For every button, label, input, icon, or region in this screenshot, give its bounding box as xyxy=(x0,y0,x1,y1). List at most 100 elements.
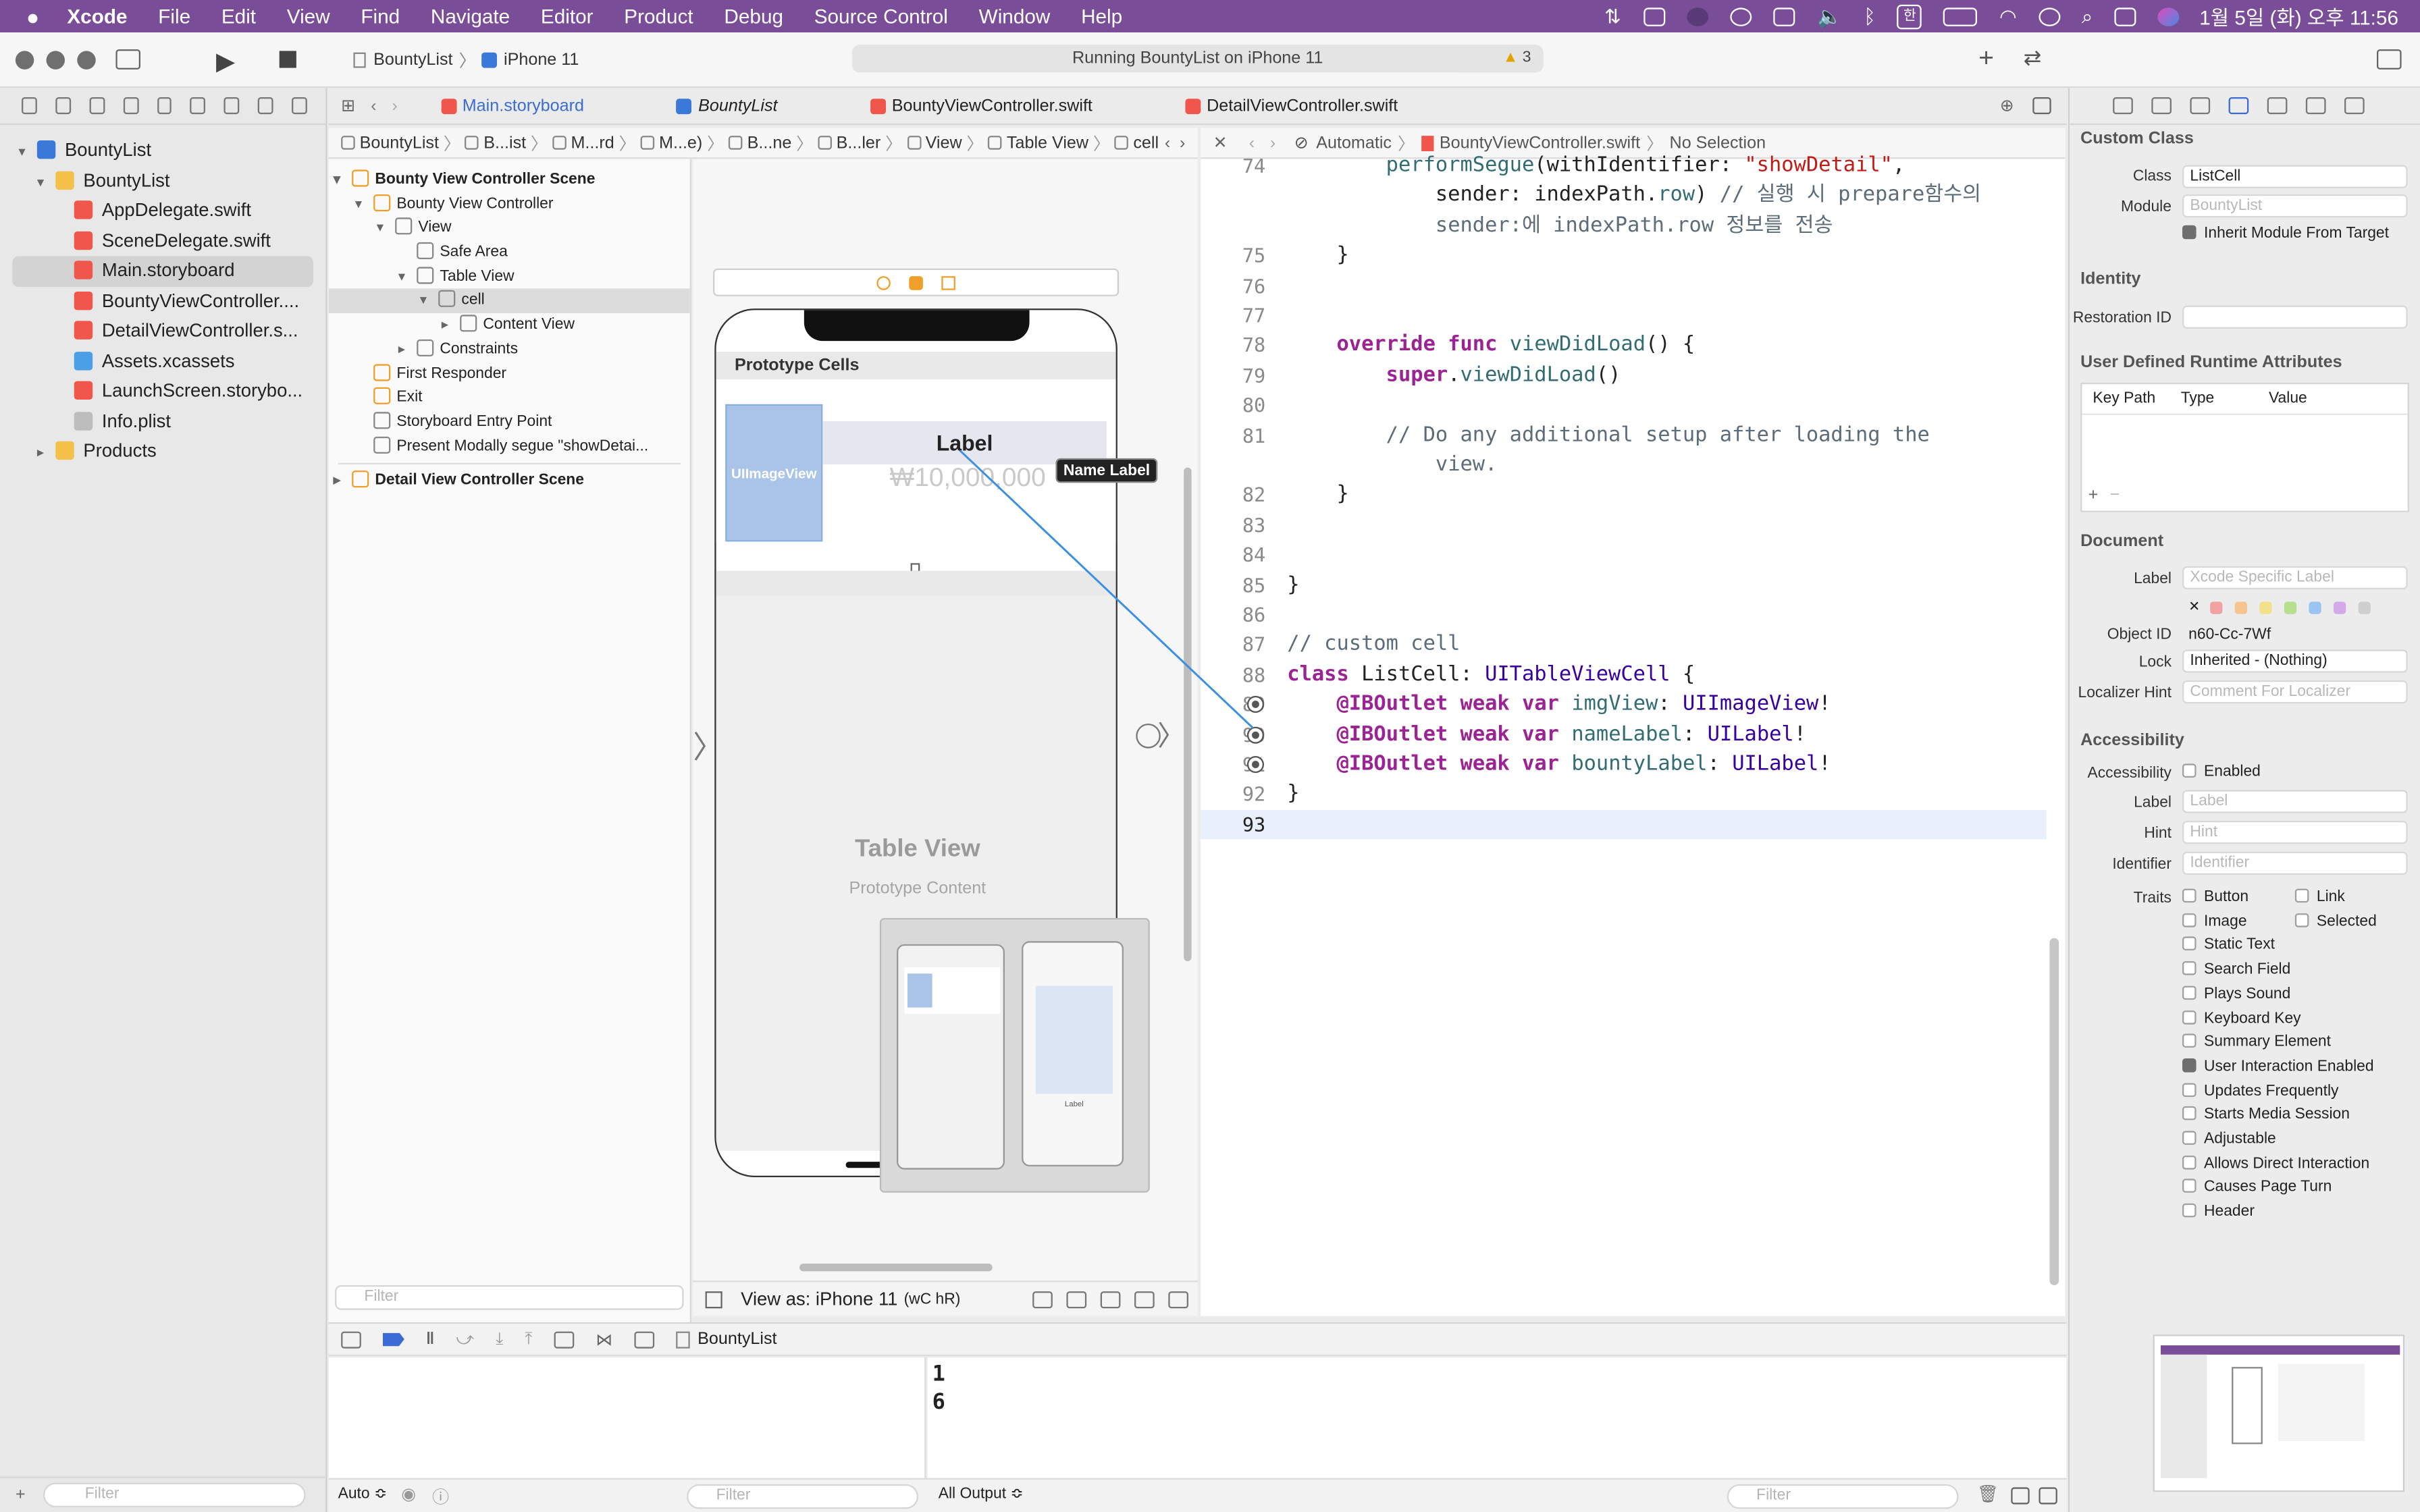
navigator-item[interactable]: DetailViewController.s... xyxy=(12,317,313,347)
label-color-swatch[interactable] xyxy=(2259,601,2271,614)
close-editor-icon[interactable]: ✕ xyxy=(1213,133,1228,153)
navigator-item[interactable]: Assets.xcassets xyxy=(12,346,313,377)
updown-icon[interactable]: ⇅ xyxy=(1604,4,1621,29)
jump-item[interactable]: M...e) xyxy=(659,134,702,152)
outline-item[interactable]: First Responder xyxy=(329,362,690,386)
menu-app-name[interactable]: Xcode xyxy=(67,5,127,28)
code-line[interactable]: 84 xyxy=(1201,540,2047,570)
outline-item[interactable]: Storyboard Entry Point xyxy=(329,410,690,435)
trait-checkbox[interactable]: Image xyxy=(2182,913,2247,930)
siri-icon[interactable] xyxy=(2157,7,2180,26)
code-editor[interactable]: 74 performSegue(withIdentifier: "showDet… xyxy=(1201,155,2066,1316)
jump-item[interactable]: BountyList xyxy=(360,134,439,152)
outline-item[interactable]: ▸ Content View xyxy=(329,313,690,338)
menu-editor[interactable]: Editor xyxy=(541,5,594,28)
auto-variables-popup[interactable]: Auto ≎ xyxy=(338,1486,388,1503)
exit-dock-icon[interactable] xyxy=(941,275,955,290)
spotlight-icon[interactable]: ⌕ xyxy=(2082,4,2093,29)
navigator-item[interactable]: ▾ BountyList xyxy=(12,166,313,196)
trait-checkbox[interactable]: Adjustable xyxy=(2182,1131,2276,1148)
trait-checkbox[interactable]: Allows Direct Interaction xyxy=(2182,1155,2369,1172)
outline-item[interactable]: Safe Area xyxy=(329,241,690,265)
view-debugger-icon[interactable] xyxy=(554,1330,575,1348)
tab-2[interactable]: BountyViewController.swift xyxy=(858,87,1172,124)
storyboard-minimap[interactable]: Label xyxy=(879,918,1150,1193)
memory-graph-icon[interactable]: ⋈ xyxy=(596,1329,612,1349)
remove-attribute-icon[interactable]: − xyxy=(2110,486,2120,504)
first-responder-dock-icon[interactable] xyxy=(909,275,923,290)
menu-view[interactable]: View xyxy=(287,5,330,28)
acc-label-field[interactable]: Label xyxy=(2182,790,2408,813)
scene-dock[interactable] xyxy=(713,268,1120,296)
code-line[interactable]: 83 xyxy=(1201,510,2047,540)
bounty-label[interactable]: ₩10,000,000 xyxy=(875,463,1060,494)
no-color-icon[interactable]: ✕ xyxy=(2188,599,2200,616)
code-line[interactable]: 80 xyxy=(1201,391,2047,421)
environment-overrides-icon[interactable] xyxy=(634,1330,655,1348)
add-attribute-icon[interactable]: + xyxy=(2088,486,2099,504)
console-filter-input[interactable]: Filter xyxy=(1727,1484,1959,1509)
output-filter-popup[interactable]: All Output ≎ xyxy=(939,1486,1024,1503)
udra-column-header[interactable]: Value xyxy=(2258,390,2397,407)
trait-checkbox[interactable]: Search Field xyxy=(2182,961,2290,978)
menu-file[interactable]: File xyxy=(158,5,190,28)
menu-navigate[interactable]: Navigate xyxy=(431,5,510,28)
hide-debug-icon[interactable] xyxy=(341,1330,361,1348)
wifi-icon[interactable]: ◠ xyxy=(1999,4,2017,29)
breakpoints-icon[interactable] xyxy=(382,1332,404,1347)
minimize-window-button[interactable] xyxy=(46,51,65,70)
memory-icon[interactable] xyxy=(1774,7,1796,26)
navigator-item[interactable]: LaunchScreen.storybo... xyxy=(12,377,313,407)
outlet-connected-icon[interactable] xyxy=(1246,756,1265,774)
code-line[interactable]: 76 xyxy=(1201,271,2047,300)
acc-hint-field[interactable]: Hint xyxy=(2182,821,2408,844)
menu-help[interactable]: Help xyxy=(1081,5,1122,28)
resolve-issues-icon[interactable] xyxy=(1134,1291,1155,1308)
code-line[interactable]: 86 xyxy=(1201,600,2047,630)
menu-window[interactable]: Window xyxy=(979,5,1051,28)
code-line[interactable]: 78 override func viewDidLoad() { xyxy=(1201,331,2047,360)
udra-column-header[interactable]: Key Path xyxy=(2082,390,2169,407)
code-line[interactable]: 88 class ListCell: UITableViewCell { xyxy=(1201,660,2047,690)
code-line[interactable]: 74 performSegue(withIdentifier: "showDet… xyxy=(1201,151,2047,181)
code-line[interactable]: 81 // Do any additional setup after load… xyxy=(1201,421,2047,450)
inherit-module-checkbox[interactable]: Inherit Module From Target xyxy=(2182,225,2389,242)
close-window-button[interactable] xyxy=(15,51,34,70)
sidebar-toggle-icon[interactable] xyxy=(115,49,141,70)
code-line[interactable]: 92} xyxy=(1201,780,2047,809)
code-line[interactable]: sender: indexPath.row) // 실행 시 prepare함수… xyxy=(1201,181,2047,211)
dark-circle-icon[interactable] xyxy=(1687,7,1710,26)
storyboard-canvas[interactable]: Prototype Cells UIImageView Label ₩10,00… xyxy=(693,159,1198,1281)
assistant-mode[interactable]: Automatic xyxy=(1316,134,1392,152)
navigator-item[interactable]: BountyViewController.... xyxy=(12,286,313,317)
image-view-placeholder[interactable]: UIImageView xyxy=(725,404,823,542)
update-frames-icon[interactable] xyxy=(1032,1291,1053,1308)
view-as-label[interactable]: View as: iPhone 11 xyxy=(741,1289,897,1310)
code-review-icon[interactable]: ⇄ xyxy=(2024,45,2042,71)
disclosure-closed-icon[interactable]: ▸ xyxy=(334,469,352,493)
trait-checkbox[interactable]: Summary Element xyxy=(2182,1033,2331,1051)
warning-badge[interactable]: ▲ 3 xyxy=(1503,45,1531,72)
canvas-vertical-scrollbar[interactable] xyxy=(1184,467,1192,962)
tab-1[interactable]: BountyList xyxy=(664,87,858,124)
minimap-toggle-icon[interactable]: ⊕ xyxy=(2000,96,2014,115)
cube-icon[interactable] xyxy=(1644,7,1666,26)
tab-0[interactable]: Main.storyboard xyxy=(428,87,664,124)
disclosure-closed-icon[interactable]: ▸ xyxy=(398,338,417,362)
forward-icon[interactable]: › xyxy=(392,97,397,115)
attributes-inspector-icon[interactable] xyxy=(2267,97,2288,115)
canvas-horizontal-scrollbar[interactable] xyxy=(799,1264,993,1272)
menu-product[interactable]: Product xyxy=(624,5,693,28)
navigator-item[interactable]: Info.plist xyxy=(12,406,313,437)
restoration-id-field[interactable] xyxy=(2182,305,2408,329)
label-color-swatch[interactable] xyxy=(2283,601,2296,614)
input-source-icon[interactable]: 한 xyxy=(1897,3,1922,29)
jump-item[interactable]: B...ne xyxy=(747,134,792,152)
trait-checkbox[interactable]: Keyboard Key xyxy=(2182,1010,2301,1027)
related-items-icon[interactable]: ⊘ xyxy=(1294,133,1309,153)
back-icon[interactable]: ‹ xyxy=(371,97,376,115)
trait-checkbox[interactable]: Link xyxy=(2294,888,2345,906)
module-field[interactable]: BountyList xyxy=(2182,194,2408,218)
outline-item[interactable]: ▸ Constraints xyxy=(329,338,690,362)
disclosure-closed-icon[interactable]: ▸ xyxy=(37,438,55,468)
